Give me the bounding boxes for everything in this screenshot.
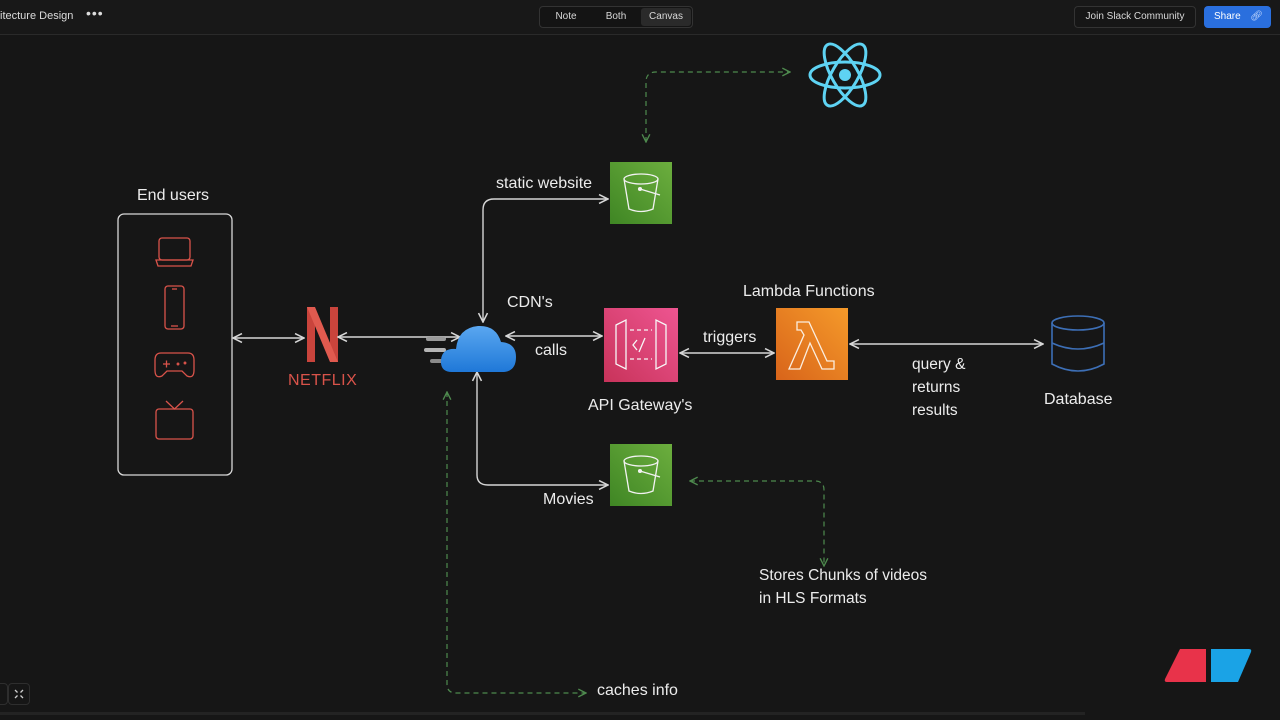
api-gateway-icon[interactable] xyxy=(604,308,678,382)
lambda-icon[interactable] xyxy=(776,308,848,380)
netflix-label: NETFLIX xyxy=(288,372,358,389)
edge-cdn-movies[interactable] xyxy=(477,372,608,485)
cloud-icon[interactable] xyxy=(424,325,516,372)
laptop-icon xyxy=(155,237,194,267)
end-users-label: End users xyxy=(137,187,210,204)
phone-icon xyxy=(164,285,185,330)
netflix-logo-icon xyxy=(307,307,338,362)
static-website-label: static website xyxy=(496,175,593,192)
hls-note-line-1: Stores Chunks of videos xyxy=(759,567,928,584)
edge-react-static-dashed[interactable] xyxy=(646,72,790,142)
fit-screen-icon xyxy=(14,689,24,699)
gamepad-icon xyxy=(154,352,195,378)
movies-label: Movies xyxy=(543,491,594,508)
database-icon[interactable] xyxy=(1051,315,1105,372)
diagram-canvas[interactable] xyxy=(0,0,1280,720)
query-edge-label-line-2: returns xyxy=(912,379,961,396)
api-gateway-label: API Gateway's xyxy=(588,397,693,414)
zoom-control-button[interactable] xyxy=(0,683,8,705)
horizontal-scrollbar[interactable] xyxy=(0,712,1085,715)
query-edge-label-line-3: results xyxy=(912,402,958,419)
react-logo-icon[interactable] xyxy=(808,38,882,112)
calls-edge-label: calls xyxy=(535,342,568,359)
lambda-label: Lambda Functions xyxy=(743,283,875,300)
caches-info-label: caches info xyxy=(597,682,678,699)
cdn-label: CDN's xyxy=(507,294,553,311)
brand-logo-icon xyxy=(1164,649,1252,682)
triggers-edge-label: triggers xyxy=(703,329,757,346)
end-users-container[interactable] xyxy=(117,213,233,476)
tv-icon xyxy=(155,400,194,440)
edge-movies-hls-dashed[interactable] xyxy=(690,481,824,566)
database-label: Database xyxy=(1044,391,1113,408)
s3-movies-bucket-icon[interactable] xyxy=(610,444,672,506)
query-edge-label-line-1: query & xyxy=(912,356,966,373)
hls-note-line-2: in HLS Formats xyxy=(759,590,867,607)
s3-static-bucket-icon[interactable] xyxy=(610,162,672,224)
fit-screen-button[interactable] xyxy=(8,683,30,705)
edge-cdn-cache-dashed[interactable] xyxy=(447,392,586,693)
